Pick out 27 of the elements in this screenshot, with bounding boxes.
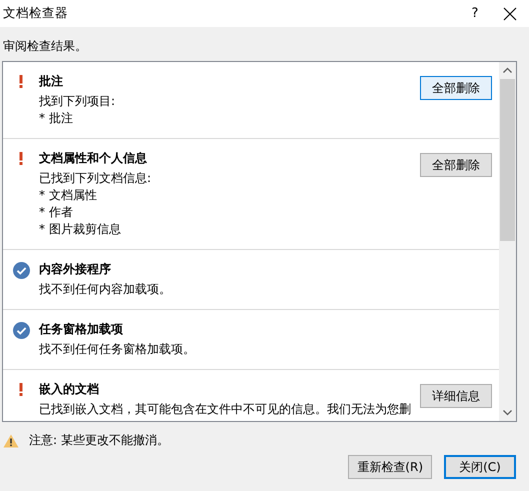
result-text: * 批注 [39, 111, 74, 126]
result-text: * 文档属性 [39, 188, 98, 203]
section-title: 内容外接程序 [39, 261, 112, 278]
result-text: 找到下列项目: [39, 94, 116, 109]
close-button[interactable]: 关闭(C) [444, 455, 516, 479]
section-title: 嵌入的文档 [39, 381, 100, 398]
section-title: 任务窗格加载项 [39, 321, 124, 338]
section-title: 文档属性和个人信息 [39, 150, 148, 167]
remove-all-button[interactable]: 全部删除 [420, 153, 492, 177]
details-button[interactable]: 详细信息 [420, 384, 492, 408]
window-title: 文档检查器 [3, 5, 69, 22]
section-title: 批注 [39, 73, 64, 90]
warning-text: 注意: 某些更改不能撤消。 [29, 432, 169, 449]
reinspect-button[interactable]: 重新检查(R) [348, 455, 432, 479]
result-text: 已找到下列文档信息: [39, 171, 152, 186]
remove-all-button[interactable]: 全部删除 [420, 76, 492, 100]
result-text: 找不到任何任务窗格加载项。 [39, 342, 196, 357]
warning-icon [3, 434, 19, 448]
help-button[interactable]: ? [455, 6, 495, 21]
result-text: 找不到任何内容加载项。 [39, 282, 172, 297]
scrollbar[interactable] [499, 62, 516, 421]
result-text: 已找到嵌入文档，其可能包含在文件中不可见的信息。我们无法为您删 [39, 402, 412, 417]
instruction-text: 审阅检查结果。 [2, 38, 88, 55]
result-text: * 图片裁剪信息 [39, 222, 122, 237]
close-icon[interactable] [503, 6, 517, 20]
scroll-thumb[interactable] [500, 79, 515, 241]
result-text: * 作者 [39, 205, 74, 220]
